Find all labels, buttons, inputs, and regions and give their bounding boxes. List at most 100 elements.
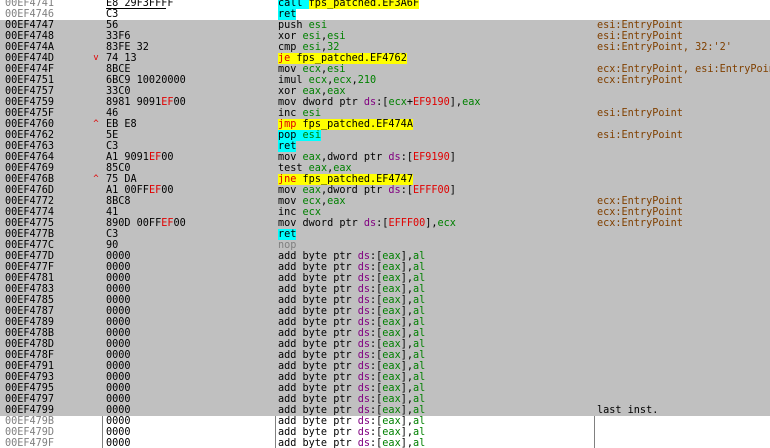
instruction-row[interactable]: 00EF478B 0000 add byte ptr ds:[eax],al — [0, 328, 770, 339]
instruction-cell: pop esi — [278, 130, 594, 141]
mnemonic-token: ], — [400, 251, 413, 262]
instruction-row[interactable]: 00EF4760 ^ EB E8 jmp fps_patched.EF474A — [0, 119, 770, 130]
jump-arrow-cell — [90, 20, 102, 31]
instruction-row[interactable]: 00EF479F 0000 add byte ptr ds:[eax],al — [0, 438, 770, 448]
instruction-row[interactable]: 00EF4747 56 push esi esi:EntryPoint — [0, 20, 770, 31]
segment-token: ds — [357, 394, 371, 405]
instruction-row[interactable]: 00EF4789 0000 add byte ptr ds:[eax],al — [0, 317, 770, 328]
comment-cell — [597, 53, 770, 64]
instruction-row[interactable]: 00EF477B C3 ret — [0, 229, 770, 240]
instruction-row[interactable]: 00EF4775 890D 00FFEF00 mov dword ptr ds:[E… — [0, 218, 770, 229]
address-cell: 00EF4797 — [5, 394, 55, 405]
register-token: al — [412, 251, 426, 262]
instruction-row[interactable]: 00EF4772 8BC8 mov ecx,eax ecx:EntryPoint — [0, 196, 770, 207]
bytes-cell: 0000 — [106, 306, 131, 317]
disassembly-view[interactable]: 00EF4741 E8 29F3FFFF call fps_patched.EF3A… — [0, 0, 770, 448]
register-token: al — [412, 317, 426, 328]
register-token: eax — [382, 350, 401, 361]
jump-arrow-cell — [90, 284, 102, 295]
mnemonic-token: pop — [278, 130, 303, 141]
jump-spacer — [296, 119, 303, 130]
instruction-row[interactable]: 00EF474A 83FE 32 cmp esi,32 esi:EntryPoint,… — [0, 42, 770, 53]
address-cell: 00EF4775 — [5, 218, 55, 229]
instruction-row[interactable]: 00EF4757 33C0 xor eax,eax — [0, 86, 770, 97]
bytes-text: A1 9091 — [106, 152, 149, 163]
instruction-row[interactable]: 00EF479D 0000 add byte ptr ds:[eax],al — [0, 427, 770, 438]
register-token: al — [412, 295, 426, 306]
bytes-cell: C3 — [106, 9, 119, 20]
segment-token: ds — [357, 427, 371, 438]
address-cell: 00EF478D — [5, 339, 55, 350]
comment-cell — [597, 185, 770, 196]
jump-target[interactable]: fps_patched.EF474A — [302, 119, 413, 130]
instruction-row[interactable]: 00EF476B ^ 75 DA jne fps_patched.EF4747 — [0, 174, 770, 185]
mnemonic-token: add byte ptr — [278, 251, 358, 262]
instruction-row[interactable]: 00EF4787 0000 add byte ptr ds:[eax],al — [0, 306, 770, 317]
instruction-row[interactable]: 00EF474D v 74 13 je fps_patched.EF4762 — [0, 53, 770, 64]
instruction-row[interactable]: 00EF4781 0000 add byte ptr ds:[eax],al — [0, 273, 770, 284]
call-target[interactable]: fps_patched.EF3A6F — [308, 0, 420, 9]
instruction-row[interactable]: 00EF4748 33F6 xor esi,esi esi:EntryPoint — [0, 31, 770, 42]
instruction-row[interactable]: 00EF4759 8981 9091EF00 mov dword ptr ds:[e… — [0, 97, 770, 108]
bytes-cell: 0000 — [106, 427, 131, 438]
mnemonic-token: add byte ptr — [278, 427, 358, 438]
instruction-row[interactable]: 00EF4763 C3 ret — [0, 141, 770, 152]
instruction-row[interactable]: 00EF474F 8BCE mov ecx,esi ecx:EntryPoint, e… — [0, 64, 770, 75]
comment-cell — [597, 0, 770, 9]
instruction-row[interactable]: 00EF4762 5E pop esi esi:EntryPoint — [0, 130, 770, 141]
address-cell: 00EF4791 — [5, 361, 55, 372]
mnemonic-token: add byte ptr — [278, 284, 358, 295]
comment-cell — [597, 9, 770, 20]
instruction-row[interactable]: 00EF4785 0000 add byte ptr ds:[eax],al — [0, 295, 770, 306]
bytes-cell: 0000 — [106, 284, 131, 295]
instruction-row[interactable]: 00EF4751 6BC9 10020000 imul ecx,ecx,210 ecx… — [0, 75, 770, 86]
comment-cell — [597, 86, 770, 97]
bytes-cell: 33C0 — [106, 86, 131, 97]
instruction-row[interactable]: 00EF4764 A1 9091EF00 mov eax,dword ptr ds:… — [0, 152, 770, 163]
mnemonic-token: :[ — [370, 394, 383, 405]
instruction-row[interactable]: 00EF4746 C3 ret — [0, 9, 770, 20]
jump-target[interactable]: fps_patched.EF4747 — [302, 174, 413, 185]
ret-instruction: ret — [278, 229, 297, 240]
jump-target[interactable]: fps_patched.EF4762 — [296, 53, 407, 64]
instruction-cell: xor esi,esi — [278, 31, 594, 42]
register-token: al — [412, 350, 426, 361]
mnemonic-token: mov — [278, 152, 303, 163]
register-token: eax — [382, 339, 401, 350]
instruction-row[interactable]: 00EF478F 0000 add byte ptr ds:[eax],al — [0, 350, 770, 361]
comment-cell — [597, 152, 770, 163]
mnemonic-token: add byte ptr — [278, 350, 358, 361]
instruction-row[interactable]: 00EF4791 0000 add byte ptr ds:[eax],al — [0, 361, 770, 372]
instruction-row[interactable]: 00EF4795 0000 add byte ptr ds:[eax],al — [0, 383, 770, 394]
instruction-row[interactable]: 00EF4797 0000 add byte ptr ds:[eax],al — [0, 394, 770, 405]
instruction-row[interactable]: 00EF477C 90 nop — [0, 240, 770, 251]
register-token: eax — [302, 86, 321, 97]
segment-token: ds — [357, 273, 371, 284]
instruction-row[interactable]: 00EF4799 0000 add byte ptr ds:[eax],al last… — [0, 405, 770, 416]
jump-mnemonic: je — [278, 53, 291, 64]
comment-cell: esi:EntryPoint — [597, 20, 683, 31]
instruction-row[interactable]: 00EF476D A1 00FFEF00 mov eax,dword ptr ds:… — [0, 185, 770, 196]
mnemonic-token: ], — [400, 372, 413, 383]
instruction-row[interactable]: 00EF4793 0000 add byte ptr ds:[eax],al — [0, 372, 770, 383]
mnemonic-token: add byte ptr — [278, 438, 358, 448]
mnemonic-token: :[ — [400, 185, 413, 196]
comment-cell — [597, 284, 770, 295]
instruction-row[interactable]: 00EF475F 46 inc esi esi:EntryPoint — [0, 108, 770, 119]
instruction-cell: ret — [278, 229, 594, 240]
instruction-row[interactable]: 00EF4769 85C0 test eax,eax — [0, 163, 770, 174]
bytes-cell: 56 — [106, 20, 119, 31]
instruction-cell: jmp fps_patched.EF474A — [278, 119, 594, 130]
instruction-row[interactable]: 00EF479B 0000 add byte ptr ds:[eax],al — [0, 416, 770, 427]
register-token: eax — [382, 438, 401, 448]
instruction-row[interactable]: 00EF477D 0000 add byte ptr ds:[eax],al — [0, 251, 770, 262]
instruction-row[interactable]: 00EF4783 0000 add byte ptr ds:[eax],al — [0, 284, 770, 295]
jump-arrow-cell — [90, 163, 102, 174]
instruction-row[interactable]: 00EF478D 0000 add byte ptr ds:[eax],al — [0, 339, 770, 350]
instruction-row[interactable]: 00EF477F 0000 add byte ptr ds:[eax],al — [0, 262, 770, 273]
jump-arrow-cell — [90, 0, 102, 9]
segment-token: ds — [357, 361, 371, 372]
jump-arrow-cell — [90, 405, 102, 416]
instruction-row[interactable]: 00EF4774 41 inc ecx ecx:EntryPoint — [0, 207, 770, 218]
instruction-row[interactable]: 00EF4741 E8 29F3FFFF call fps_patched.EF3A… — [0, 0, 770, 9]
